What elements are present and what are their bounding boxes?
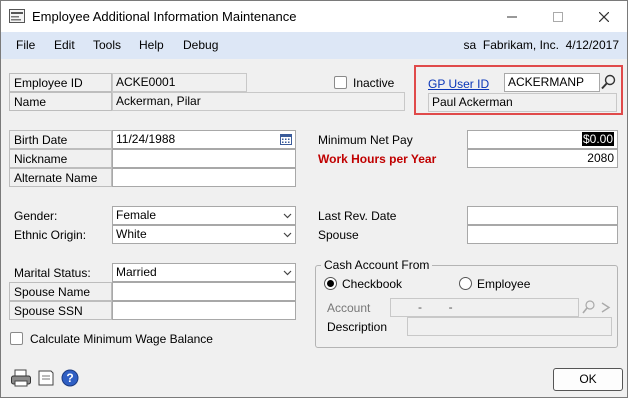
- account-label: Account: [322, 298, 390, 317]
- employee-additional-info-window: Employee Additional Information Maintena…: [0, 0, 628, 398]
- birth-date-field[interactable]: 11/24/1988: [112, 130, 296, 149]
- min-net-pay-field[interactable]: $0.00: [467, 130, 618, 149]
- minimize-icon: [507, 16, 517, 17]
- employee-radio-label: Employee: [477, 277, 531, 291]
- menu-tools[interactable]: Tools: [93, 38, 121, 52]
- ethnic-origin-value: White: [116, 227, 147, 241]
- menu-debug[interactable]: Debug: [183, 38, 218, 52]
- ethnic-origin-select[interactable]: White: [112, 225, 296, 244]
- session-info: sa Fabrikam, Inc. 4/12/2017: [464, 38, 619, 52]
- account-expand-button: [597, 298, 614, 317]
- description-field: [407, 317, 612, 336]
- employee-radio[interactable]: [459, 277, 472, 290]
- marital-status-label: Marital Status:: [14, 266, 91, 280]
- help-icon: ?: [61, 369, 79, 387]
- ok-button[interactable]: OK: [553, 368, 623, 391]
- menu-bar: File Edit Tools Help Debug sa Fabrikam, …: [1, 32, 627, 59]
- nickname-label: Nickname: [9, 149, 112, 168]
- alternate-name-label: Alternate Name: [9, 168, 112, 187]
- chevron-down-icon: [283, 232, 292, 238]
- gender-select[interactable]: Female: [112, 206, 296, 225]
- employee-id-field[interactable]: ACKE0001: [112, 73, 247, 92]
- spouse-name-field[interactable]: [112, 282, 296, 301]
- expand-icon: [601, 302, 611, 313]
- spouse-label: Spouse: [313, 225, 467, 244]
- session-date: 4/12/2017: [565, 38, 619, 52]
- description-label: Description: [322, 317, 407, 336]
- last-rev-date-label: Last Rev. Date: [313, 206, 467, 225]
- chevron-down-icon: [283, 213, 292, 219]
- checkbook-radio[interactable]: [324, 277, 337, 290]
- account-lookup-button: [580, 298, 597, 317]
- name-label: Name: [9, 92, 112, 111]
- spouse-ssn-field[interactable]: [112, 301, 296, 320]
- gp-user-id-field[interactable]: ACKERMANP: [504, 73, 600, 92]
- employee-id-label: Employee ID: [9, 73, 112, 92]
- gender-label: Gender:: [14, 209, 58, 223]
- help-button[interactable]: ?: [61, 369, 79, 387]
- birth-date-label: Birth Date: [9, 130, 112, 149]
- calc-min-wage-checkbox[interactable]: [10, 332, 23, 345]
- marital-status-select[interactable]: Married: [112, 263, 296, 282]
- magnifier-icon: [601, 74, 616, 90]
- session-user: sa: [463, 38, 477, 52]
- window-title: Employee Additional Information Maintena…: [32, 9, 297, 24]
- minimize-button[interactable]: [489, 1, 535, 32]
- close-icon: [599, 11, 609, 22]
- gender-value: Female: [116, 208, 157, 222]
- note-icon: [38, 370, 54, 386]
- work-hours-label: Work Hours per Year: [313, 149, 467, 168]
- chevron-down-icon: [283, 270, 292, 276]
- cash-account-group-label: Cash Account From: [321, 258, 433, 272]
- ethnic-origin-label: Ethnic Origin:: [14, 228, 87, 242]
- maximize-button[interactable]: [535, 1, 581, 32]
- inactive-checkbox[interactable]: [334, 76, 347, 89]
- alternate-name-field[interactable]: [112, 168, 296, 187]
- calc-min-wage-label: Calculate Minimum Wage Balance: [30, 332, 213, 346]
- printer-button[interactable]: [10, 368, 32, 388]
- session-company: Fabrikam, Inc.: [482, 38, 559, 52]
- calendar-icon[interactable]: [280, 134, 292, 145]
- gp-user-id-link[interactable]: GP User ID: [428, 77, 489, 91]
- min-net-pay-label: Minimum Net Pay: [313, 130, 467, 149]
- account-field: - -: [390, 298, 579, 317]
- close-window-button[interactable]: [581, 1, 627, 32]
- spouse-ssn-label: Spouse SSN: [9, 301, 112, 320]
- svg-text:?: ?: [66, 371, 73, 385]
- checkbook-radio-label: Checkbook: [342, 277, 403, 291]
- spouse-name-label: Spouse Name: [9, 282, 112, 301]
- printer-icon: [11, 369, 31, 387]
- last-rev-date-field[interactable]: [467, 206, 618, 225]
- notes-button[interactable]: [36, 368, 56, 388]
- min-net-pay-value: $0.00: [581, 132, 614, 146]
- maximize-icon: [553, 11, 563, 22]
- spouse-field[interactable]: [467, 225, 618, 244]
- app-icon: [9, 9, 25, 23]
- menu-help[interactable]: Help: [139, 38, 164, 52]
- magnifier-icon: [582, 300, 595, 314]
- gp-user-lookup-button[interactable]: [600, 73, 617, 92]
- menu-edit[interactable]: Edit: [54, 38, 75, 52]
- name-field[interactable]: Ackerman, Pilar: [112, 92, 405, 111]
- gp-user-name-field: Paul Ackerman: [428, 93, 617, 112]
- inactive-label: Inactive: [353, 76, 395, 90]
- menu-file[interactable]: File: [16, 38, 35, 52]
- marital-status-value: Married: [116, 265, 157, 279]
- nickname-field[interactable]: [112, 149, 296, 168]
- account-value: - -: [418, 300, 453, 314]
- work-hours-field[interactable]: 2080: [467, 149, 618, 168]
- birth-date-value: 11/24/1988: [116, 132, 176, 146]
- title-bar: Employee Additional Information Maintena…: [1, 1, 627, 32]
